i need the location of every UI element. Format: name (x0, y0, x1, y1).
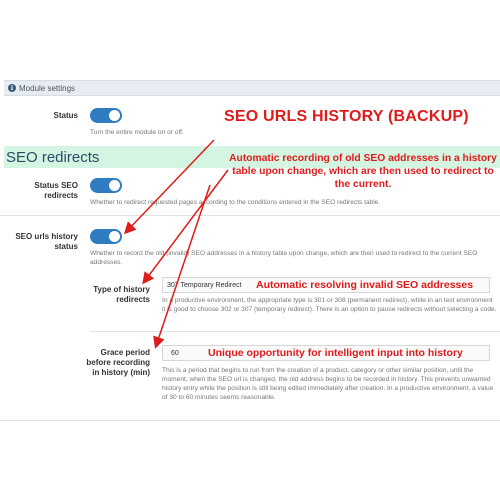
redirect-type-label: Type of history redirects (93, 285, 150, 304)
status-seo-redirects-label: Status SEO redirects (34, 181, 78, 200)
status-help: Turn the entire module on or off. (90, 129, 184, 136)
history-status-toggle[interactable] (90, 229, 122, 244)
history-status-help: Whether to record the old (invalid) SEO … (90, 250, 478, 266)
status-seo-redirects-help: Whether to redirect requested pages acco… (90, 199, 381, 206)
annotation-auto-recording: Automatic recording of old SEO addresses… (229, 153, 497, 190)
grace-period-help: This is a period that begins to run from… (162, 367, 494, 401)
grace-period-label: Grace period before recording in history… (86, 348, 150, 377)
divider (90, 331, 500, 332)
status-seo-redirects-toggle[interactable] (90, 178, 122, 193)
module-settings-title: Module settings (19, 83, 76, 93)
grace-period-value: 60 (171, 349, 179, 357)
redirect-type-value: 307 Temporary Redirect (167, 281, 242, 289)
status-label: Status (53, 111, 78, 120)
info-icon: i (8, 84, 16, 92)
status-toggle[interactable] (90, 108, 122, 123)
divider (0, 215, 500, 216)
annotation-title: SEO URLS HISTORY (BACKUP) (224, 108, 469, 125)
history-status-label: SEO urls history status (15, 232, 78, 251)
annotation-unique-opportunity: Unique opportunity for intelligent input… (208, 347, 463, 359)
redirect-type-help: In a productive environment, the appropr… (162, 297, 497, 313)
divider (0, 420, 500, 421)
module-settings-header: i Module settings (4, 80, 500, 96)
section-title: SEO redirects (6, 149, 100, 166)
annotation-auto-resolving: Automatic resolving invalid SEO addresse… (256, 279, 474, 291)
